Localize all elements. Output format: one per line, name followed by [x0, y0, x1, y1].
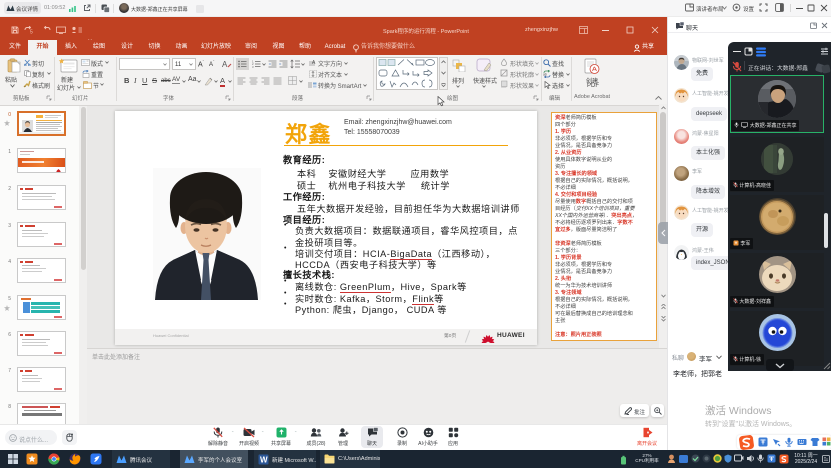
svg-text:ab: ab [543, 73, 547, 77]
svg-text:5: 5 [30, 30, 33, 35]
svg-text:A: A [222, 60, 228, 69]
svg-text:3: 3 [252, 65, 254, 68]
svg-text:A: A [312, 60, 316, 66]
svg-text:W: W [260, 455, 268, 464]
